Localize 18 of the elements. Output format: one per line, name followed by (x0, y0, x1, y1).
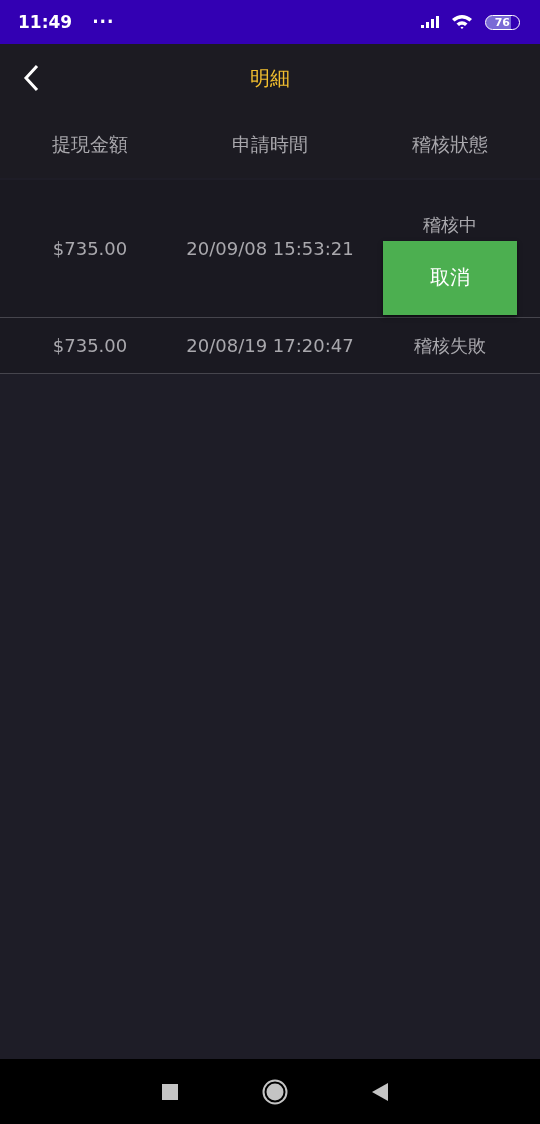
cancel-button[interactable]: 取消 (383, 240, 517, 315)
clock: 11:49 (18, 12, 73, 32)
column-header: 稽核狀態 (411, 132, 489, 157)
page-title: 明細 (250, 64, 290, 92)
home-icon[interactable] (262, 1078, 288, 1105)
column-header: 提現金額 (51, 132, 129, 157)
status-cell: 稽核中 (423, 212, 477, 237)
column-header: 申請時間 (231, 132, 309, 157)
amount-cell-text: $735.00 (51, 238, 129, 259)
amount-cell-text: $735.00 (51, 335, 129, 356)
status-cell: 稽核失敗 (414, 333, 486, 358)
notification-dots: ··· (92, 12, 115, 32)
wifi-icon (450, 14, 473, 30)
back-nav-icon[interactable] (372, 1082, 388, 1101)
time-cell-text: 20/09/08 15:53:21 (185, 238, 355, 259)
recents-icon[interactable] (162, 1083, 178, 1100)
battery-indicator: 76 (484, 14, 520, 30)
time-cell-text: 20/08/19 17:20:47 (185, 335, 355, 356)
